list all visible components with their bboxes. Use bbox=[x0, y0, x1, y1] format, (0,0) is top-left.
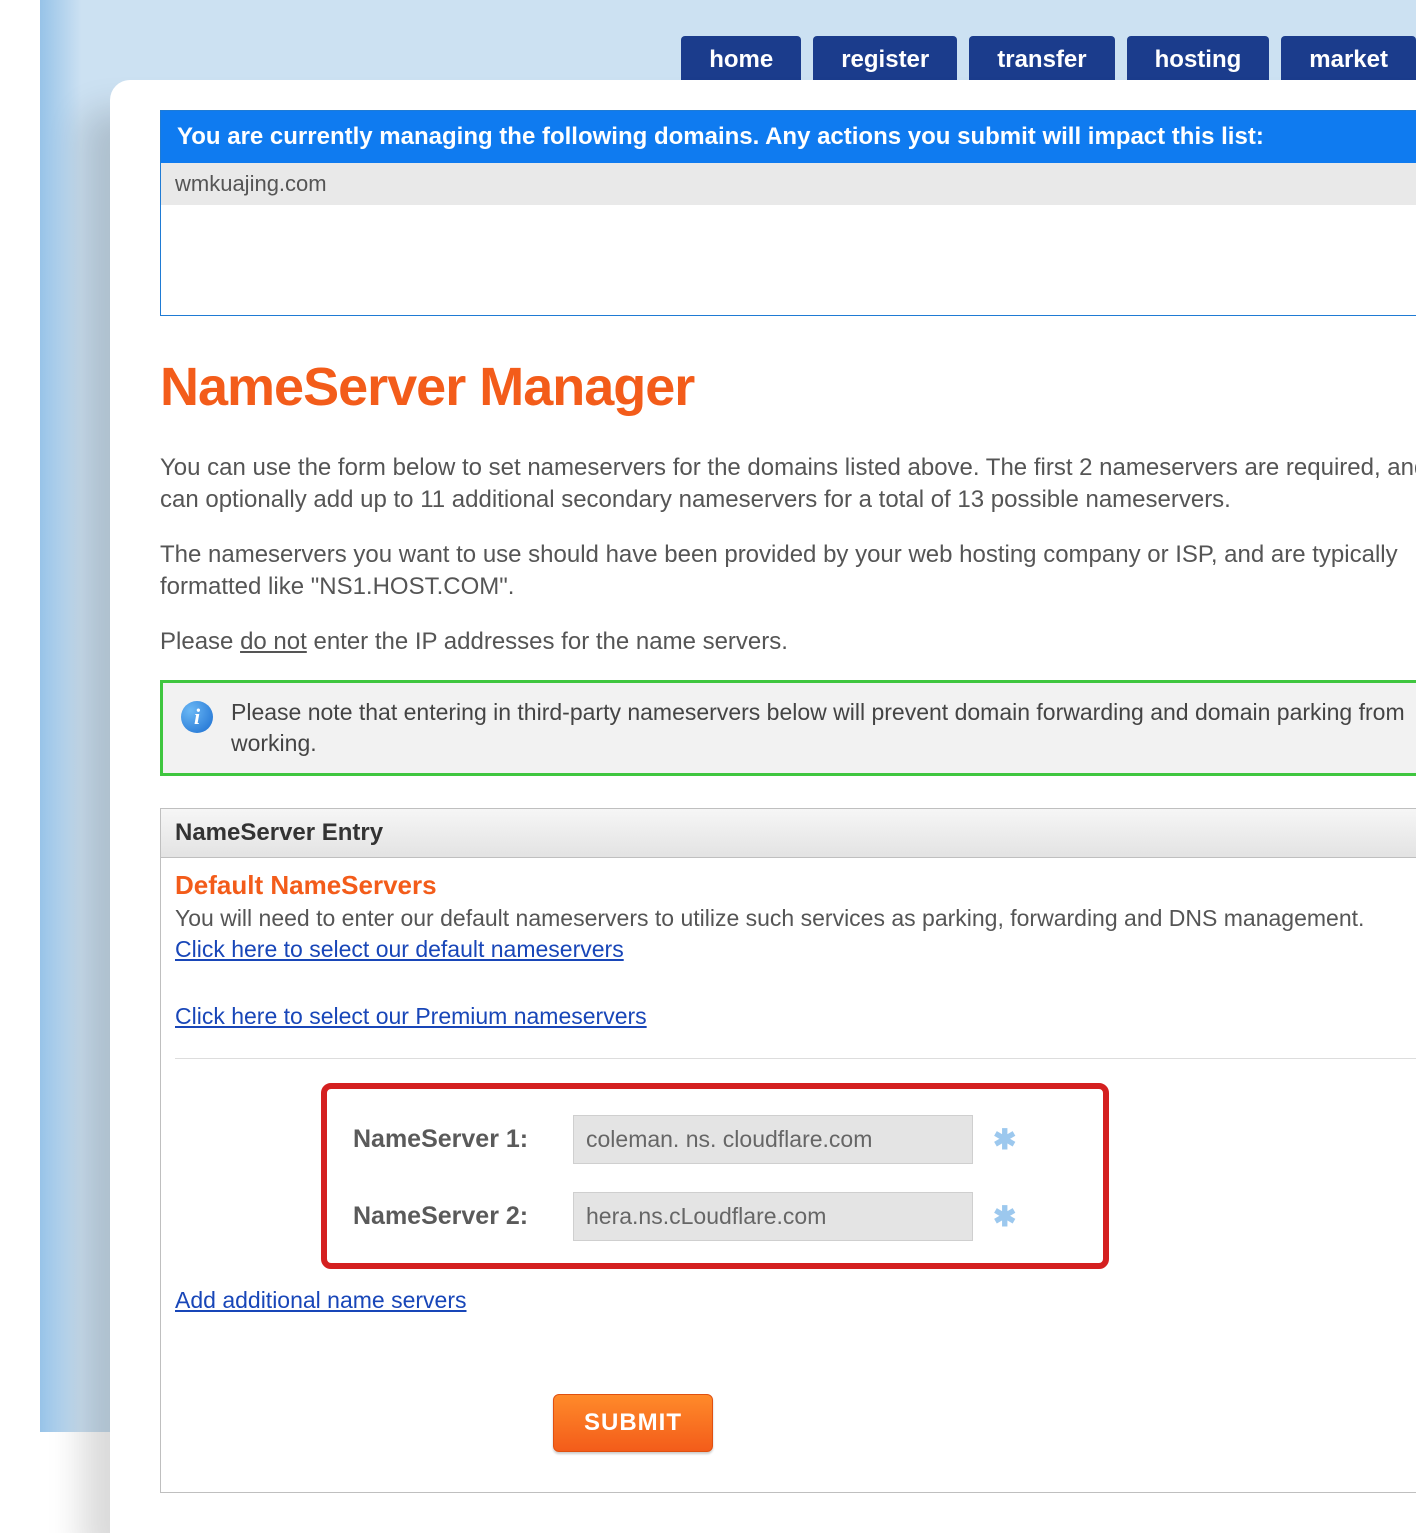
separator bbox=[175, 1058, 1416, 1059]
p3-underline: do not bbox=[240, 628, 307, 655]
select-premium-ns-link[interactable]: Click here to select our Premium nameser… bbox=[175, 1003, 647, 1030]
page-background: home register transfer hosting market Yo… bbox=[40, 0, 1416, 1432]
ns2-row: NameServer 2: ✱ bbox=[353, 1192, 1077, 1241]
add-additional-ns-link[interactable]: Add additional name servers bbox=[175, 1287, 1416, 1314]
default-ns-title: Default NameServers bbox=[175, 870, 1416, 901]
ns1-label: NameServer 1: bbox=[353, 1125, 553, 1154]
nameserver-entry-box: NameServer Entry Default NameServers You… bbox=[160, 808, 1416, 1493]
nameserver-highlight-box: NameServer 1: ✱ NameServer 2: ✱ bbox=[321, 1083, 1109, 1269]
select-default-ns-link[interactable]: Click here to select our default nameser… bbox=[175, 936, 624, 963]
intro-paragraph-1: You can use the form below to set namese… bbox=[160, 452, 1416, 517]
ns2-input[interactable] bbox=[573, 1192, 973, 1241]
managing-domains-box: You are currently managing the following… bbox=[160, 110, 1416, 316]
managing-domain-row: wmkuajing.com bbox=[161, 163, 1416, 205]
ns1-row: NameServer 1: ✱ bbox=[353, 1115, 1077, 1164]
nameserver-entry-header: NameServer Entry bbox=[161, 809, 1416, 858]
managing-domains-body bbox=[161, 205, 1416, 315]
info-text: Please note that entering in third-party… bbox=[231, 697, 1416, 759]
ns1-input[interactable] bbox=[573, 1115, 973, 1164]
page-title: NameServer Manager bbox=[160, 356, 1416, 418]
managing-domains-header: You are currently managing the following… bbox=[161, 111, 1416, 163]
content-card: You are currently managing the following… bbox=[110, 80, 1416, 1533]
intro-paragraph-3: Please do not enter the IP addresses for… bbox=[160, 626, 1416, 658]
nameserver-entry-body: Default NameServers You will need to ent… bbox=[161, 858, 1416, 1492]
default-ns-desc: You will need to enter our default names… bbox=[175, 905, 1416, 932]
ns2-label: NameServer 2: bbox=[353, 1202, 553, 1231]
submit-button[interactable]: SUBMIT bbox=[553, 1394, 713, 1452]
required-asterisk-icon: ✱ bbox=[993, 1123, 1016, 1156]
required-asterisk-icon: ✱ bbox=[993, 1200, 1016, 1233]
intro-paragraph-2: The nameservers you want to use should h… bbox=[160, 539, 1416, 604]
info-notice: i Please note that entering in third-par… bbox=[160, 680, 1416, 776]
p3-prefix: Please bbox=[160, 628, 240, 655]
info-icon: i bbox=[181, 701, 213, 733]
p3-suffix: enter the IP addresses for the name serv… bbox=[307, 628, 788, 655]
